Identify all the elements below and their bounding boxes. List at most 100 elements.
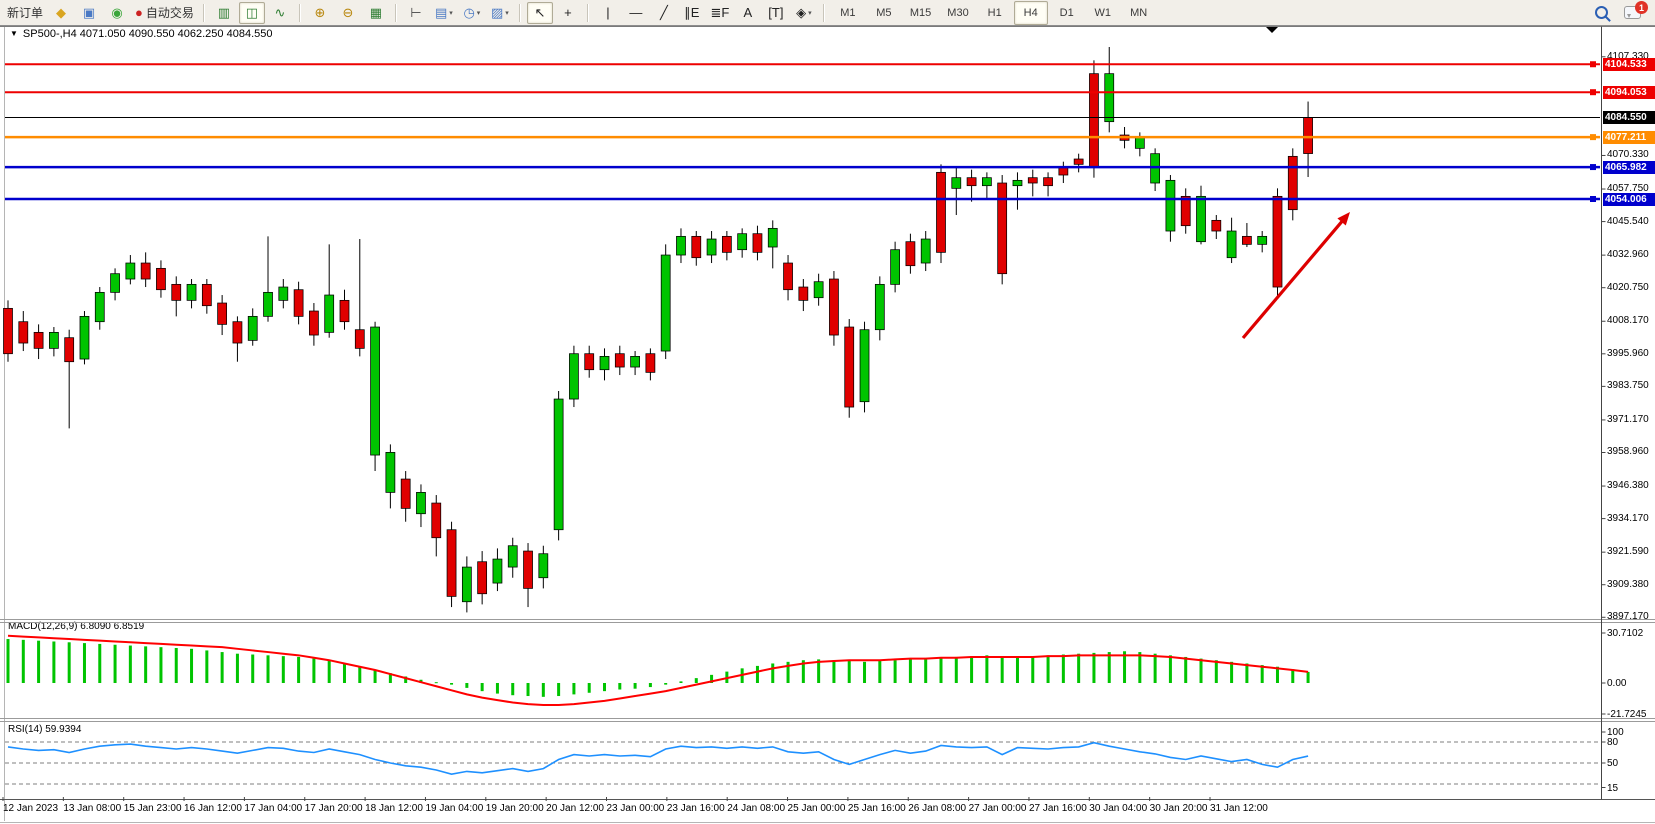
- tf-h1-button[interactable]: H1: [978, 1, 1012, 25]
- line-handle[interactable]: [1590, 89, 1596, 95]
- shapes-button[interactable]: ◈▾: [791, 2, 817, 24]
- chart-shift-button[interactable]: ⊢: [403, 2, 429, 24]
- time-axis-label: 30 Jan 20:00: [1150, 803, 1208, 814]
- toolbar-separator: [203, 4, 205, 22]
- price-line-label: 4094.053: [1603, 86, 1655, 99]
- price-axis-tick: 3995.960: [1607, 348, 1649, 359]
- cursor-button[interactable]: ↖: [527, 2, 553, 24]
- line-handle[interactable]: [1590, 164, 1596, 170]
- time-axis-label: 20 Jan 12:00: [546, 803, 604, 814]
- price-axis-tick: 4020.750: [1607, 282, 1649, 293]
- equidistant-channel-button[interactable]: ∥E: [679, 2, 705, 24]
- zoom-out-button-glyph: ⊖: [342, 6, 353, 19]
- tf-w1-button-label: W1: [1094, 7, 1111, 19]
- price-axis-tick: 3909.380: [1607, 579, 1649, 590]
- text-button[interactable]: A: [735, 2, 761, 24]
- horizontal-line-button[interactable]: —: [623, 2, 649, 24]
- text-label-button[interactable]: [T]: [763, 2, 789, 24]
- tf-mn-button[interactable]: MN: [1122, 1, 1156, 25]
- time-axis-label: 12 Jan 2023: [3, 803, 58, 814]
- candles-layer: [4, 47, 1313, 612]
- macd-axis-tick: 30.7102: [1607, 628, 1643, 639]
- time-axis-label: 30 Jan 04:00: [1089, 803, 1147, 814]
- notification-badge: 1: [1635, 1, 1648, 14]
- shapes-button-glyph: ◈: [796, 6, 806, 19]
- candlestick-button-glyph: ◫: [246, 6, 258, 19]
- fibonacci-button[interactable]: ≣F: [707, 2, 733, 24]
- macd-axis-tick: -21.7245: [1607, 709, 1646, 720]
- text-label-button-glyph: [T]: [768, 6, 783, 19]
- line-handle[interactable]: [1590, 61, 1596, 67]
- autotrading-button[interactable]: ●自动交易: [132, 2, 197, 24]
- price-axis-tick: 4070.330: [1607, 149, 1649, 160]
- tf-h4-button[interactable]: H4: [1014, 1, 1048, 25]
- caret-down-icon: ▾: [449, 9, 453, 17]
- toolbar-separator: [299, 4, 301, 22]
- price-axis-tick: 3934.170: [1607, 513, 1649, 524]
- price-axis-tick: 3897.170: [1607, 611, 1649, 622]
- market-watch-icon[interactable]: ◆: [48, 2, 74, 24]
- tf-d1-button[interactable]: D1: [1050, 1, 1084, 25]
- time-axis-label: 31 Jan 12:00: [1210, 803, 1268, 814]
- tf-m1-button[interactable]: M1: [831, 1, 865, 25]
- vertical-line-button-glyph: |: [606, 6, 609, 19]
- caret-down-icon: ▾: [808, 9, 812, 17]
- chart-shift-button-glyph: ⊢: [410, 6, 421, 19]
- fibonacci-button-glyph: ≣F: [710, 6, 729, 19]
- price-line-label: 4054.006: [1603, 193, 1655, 206]
- time-axis-label: 27 Jan 16:00: [1029, 803, 1087, 814]
- crosshair-button[interactable]: +: [555, 2, 581, 24]
- time-axis-label: 23 Jan 16:00: [667, 803, 725, 814]
- bar-chart-button[interactable]: ▥: [211, 2, 237, 24]
- price-axis-tick: 3958.960: [1607, 446, 1649, 457]
- signals-icon-glyph: ◉: [111, 6, 122, 19]
- zoom-in-button-glyph: ⊕: [314, 6, 325, 19]
- bar-chart-button-glyph: ▥: [218, 6, 230, 19]
- tf-m5-button[interactable]: M5: [867, 1, 901, 25]
- time-axis-label: 17 Jan 04:00: [244, 803, 302, 814]
- tile-windows-button[interactable]: ▦: [363, 2, 389, 24]
- data-window-icon[interactable]: ▣: [76, 2, 102, 24]
- autotrading-button-label: 自动交易: [146, 4, 194, 21]
- tf-w1-button[interactable]: W1: [1086, 1, 1120, 25]
- line-handle[interactable]: [1590, 134, 1596, 140]
- price-line-label: 4104.533: [1603, 58, 1655, 71]
- rsi-line: [8, 743, 1308, 775]
- line-chart-button[interactable]: ∿: [267, 2, 293, 24]
- tile-windows-button-glyph: ▦: [370, 6, 382, 19]
- time-axis-label: 26 Jan 08:00: [908, 803, 966, 814]
- search-icon[interactable]: [1595, 6, 1608, 19]
- trendline-button-glyph: ╱: [660, 6, 668, 19]
- price-line-label: 4084.550: [1603, 111, 1655, 124]
- chart-period-button-glyph: ◷: [463, 6, 474, 19]
- templates-button[interactable]: ▨▾: [487, 2, 513, 24]
- candlestick-button[interactable]: ◫: [239, 2, 265, 24]
- add-indicator-button-glyph: ▤: [435, 6, 447, 19]
- chart-period-button[interactable]: ◷▾: [459, 2, 485, 24]
- zoom-in-button[interactable]: ⊕: [307, 2, 333, 24]
- time-axis-label: 16 Jan 12:00: [184, 803, 242, 814]
- tf-m30-button[interactable]: M30: [940, 1, 975, 25]
- trendline-button[interactable]: ╱: [651, 2, 677, 24]
- price-axis-tick: 3983.750: [1607, 380, 1649, 391]
- add-indicator-button[interactable]: ▤▾: [431, 2, 457, 24]
- vertical-line-button[interactable]: |: [595, 2, 621, 24]
- signals-icon[interactable]: ◉: [104, 2, 130, 24]
- price-axis-tick: 3971.170: [1607, 414, 1649, 425]
- cursor-button-glyph: ↖: [534, 6, 545, 19]
- time-axis-label: 24 Jan 08:00: [727, 803, 785, 814]
- tf-m1-button-label: M1: [840, 7, 855, 19]
- zoom-out-button[interactable]: ⊖: [335, 2, 361, 24]
- tf-h4-button-label: H4: [1024, 7, 1038, 19]
- equidistant-channel-button-glyph: ∥E: [684, 6, 699, 19]
- notifications-icon[interactable]: 1: [1624, 6, 1641, 19]
- line-handle[interactable]: [1590, 196, 1596, 202]
- price-axis-tick: 3921.590: [1607, 546, 1649, 557]
- tf-h1-button-label: H1: [988, 7, 1002, 19]
- chart-shift-marker[interactable]: [1266, 27, 1278, 33]
- macd-axis-tick: 0.00: [1607, 678, 1626, 689]
- horizontal-line-button-glyph: —: [629, 6, 642, 19]
- new-order-button[interactable]: 新订单: [4, 2, 46, 24]
- tf-m15-button[interactable]: M15: [903, 1, 938, 25]
- rsi-axis-tick: 80: [1607, 737, 1618, 748]
